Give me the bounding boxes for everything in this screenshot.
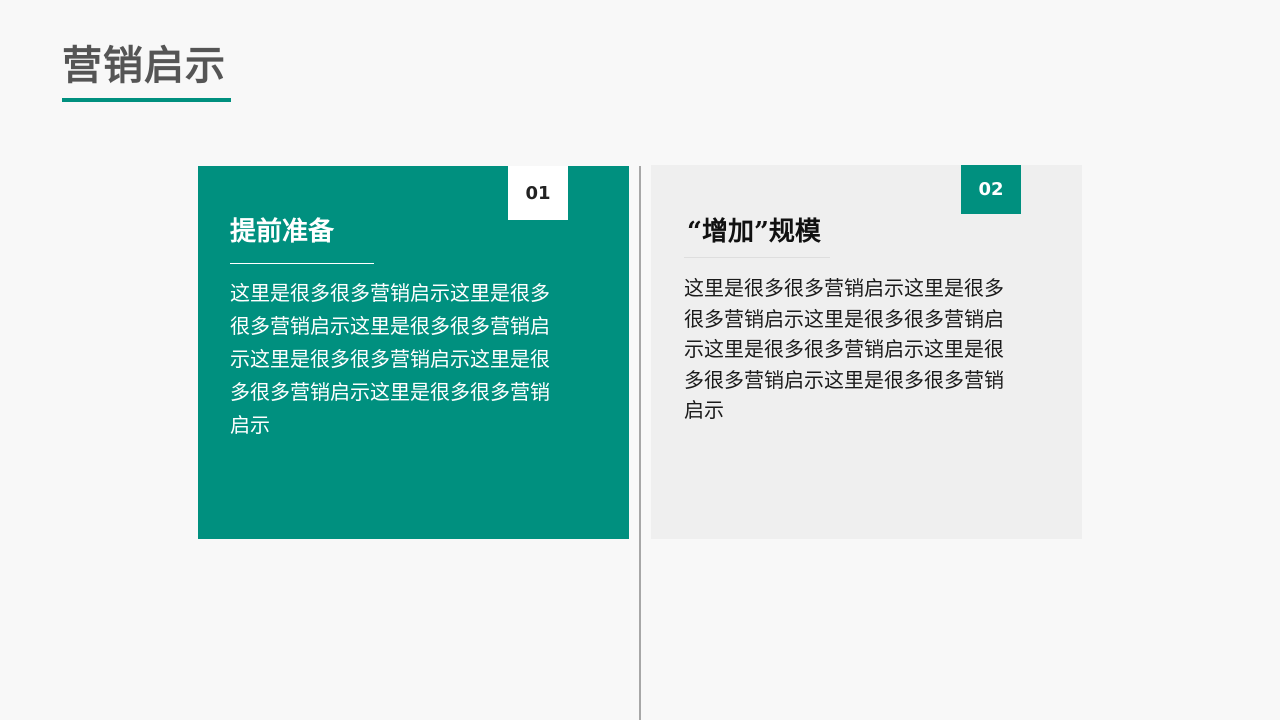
vertical-divider — [639, 166, 641, 720]
card-number-badge: 02 — [961, 165, 1021, 214]
title-underline — [62, 98, 231, 102]
card-body-text: 这里是很多很多营销启示这里是很多很多营销启示这里是很多很多营销启示这里是很多很多… — [230, 281, 550, 437]
card-heading-rule — [230, 263, 374, 264]
page-title: 营销启示 — [62, 42, 226, 89]
card-scale: 02 “增加”规模 这里是很多很多营销启示这里是很多很多营销启示这里是很多很多营… — [651, 165, 1082, 539]
card-number-badge: 01 — [508, 166, 568, 220]
card-heading: 提前准备 — [230, 217, 335, 247]
card-body-text: 这里是很多很多营销启示这里是很多很多营销启示这里是很多很多营销启示这里是很多很多… — [684, 276, 1004, 422]
card-heading: “增加”规模 — [687, 217, 821, 247]
card-preparation: 01 提前准备 这里是很多很多营销启示这里是很多很多营销启示这里是很多很多营销启… — [198, 166, 629, 539]
card-heading-rule — [684, 257, 830, 258]
